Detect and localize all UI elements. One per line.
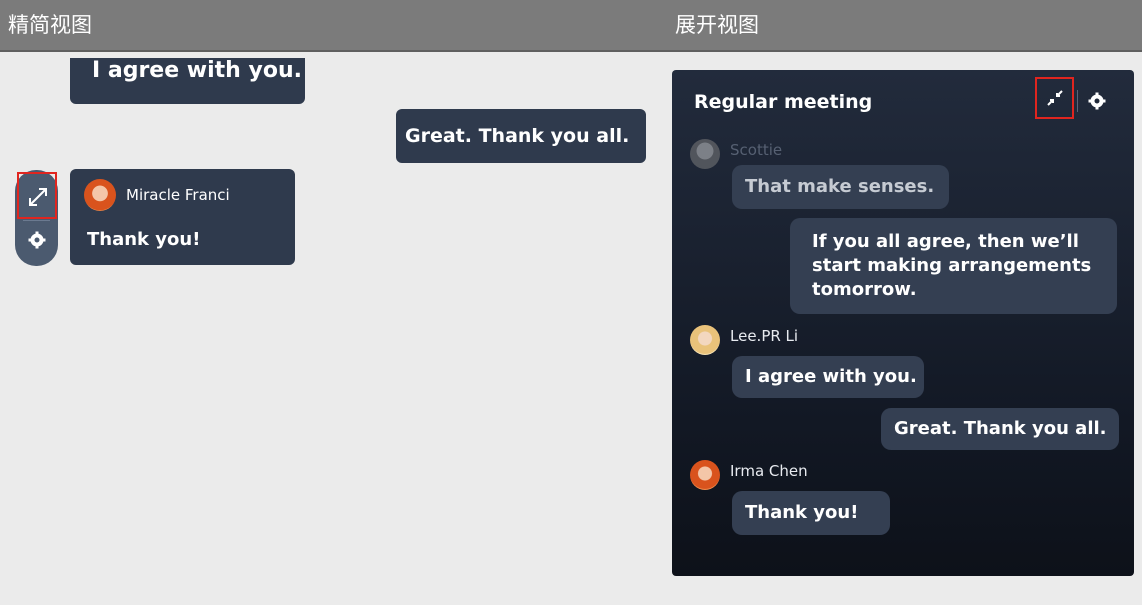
message-bubble: Thank you! (732, 491, 890, 535)
compact-control-pill (15, 170, 58, 266)
collapse-button[interactable] (1035, 77, 1074, 119)
sender-name: Scottie (730, 141, 783, 159)
compact-message-partial: I agree with you. (70, 58, 305, 104)
header-divider (1077, 90, 1078, 112)
sender-name: Lee.PR Li (730, 327, 799, 345)
header-bar: 精简视图 展开视图 (0, 0, 1142, 52)
expand-arrows-icon (29, 188, 47, 206)
expanded-chat-panel: Regular meeting Scottie That make senses… (672, 70, 1134, 576)
compact-message-outgoing: Great. Thank you all. (396, 109, 646, 163)
avatar (690, 460, 720, 490)
collapse-arrows-icon (1047, 90, 1063, 106)
message-bubble-outgoing: Great. Thank you all. (881, 408, 1119, 450)
message-bubble-outgoing: If you all agree, then we’ll start makin… (790, 218, 1117, 314)
message-text: Thank you! (87, 229, 201, 250)
compact-message-card: Miracle Franci Thank you! (70, 169, 295, 265)
settings-button[interactable] (1087, 91, 1107, 111)
gear-icon (1088, 92, 1106, 110)
avatar (690, 325, 720, 355)
compact-settings-button[interactable] (27, 230, 47, 250)
compact-message-outgoing-text: Great. Thank you all. (405, 125, 630, 147)
compact-view-title: 精简视图 (8, 13, 92, 37)
avatar (84, 179, 116, 211)
message-bubble: I agree with you. (732, 356, 924, 398)
message-bubble: That make senses. (732, 165, 949, 209)
sender-name: Miracle Franci (126, 186, 230, 204)
compact-message-partial-text: I agree with you. (92, 58, 302, 83)
expanded-view-title: 展开视图 (675, 13, 759, 37)
meeting-title: Regular meeting (694, 91, 873, 113)
sender-name: Irma Chen (730, 462, 808, 480)
control-divider (23, 220, 50, 221)
expand-button[interactable] (17, 172, 57, 219)
gear-icon (28, 231, 46, 249)
avatar (690, 139, 720, 169)
